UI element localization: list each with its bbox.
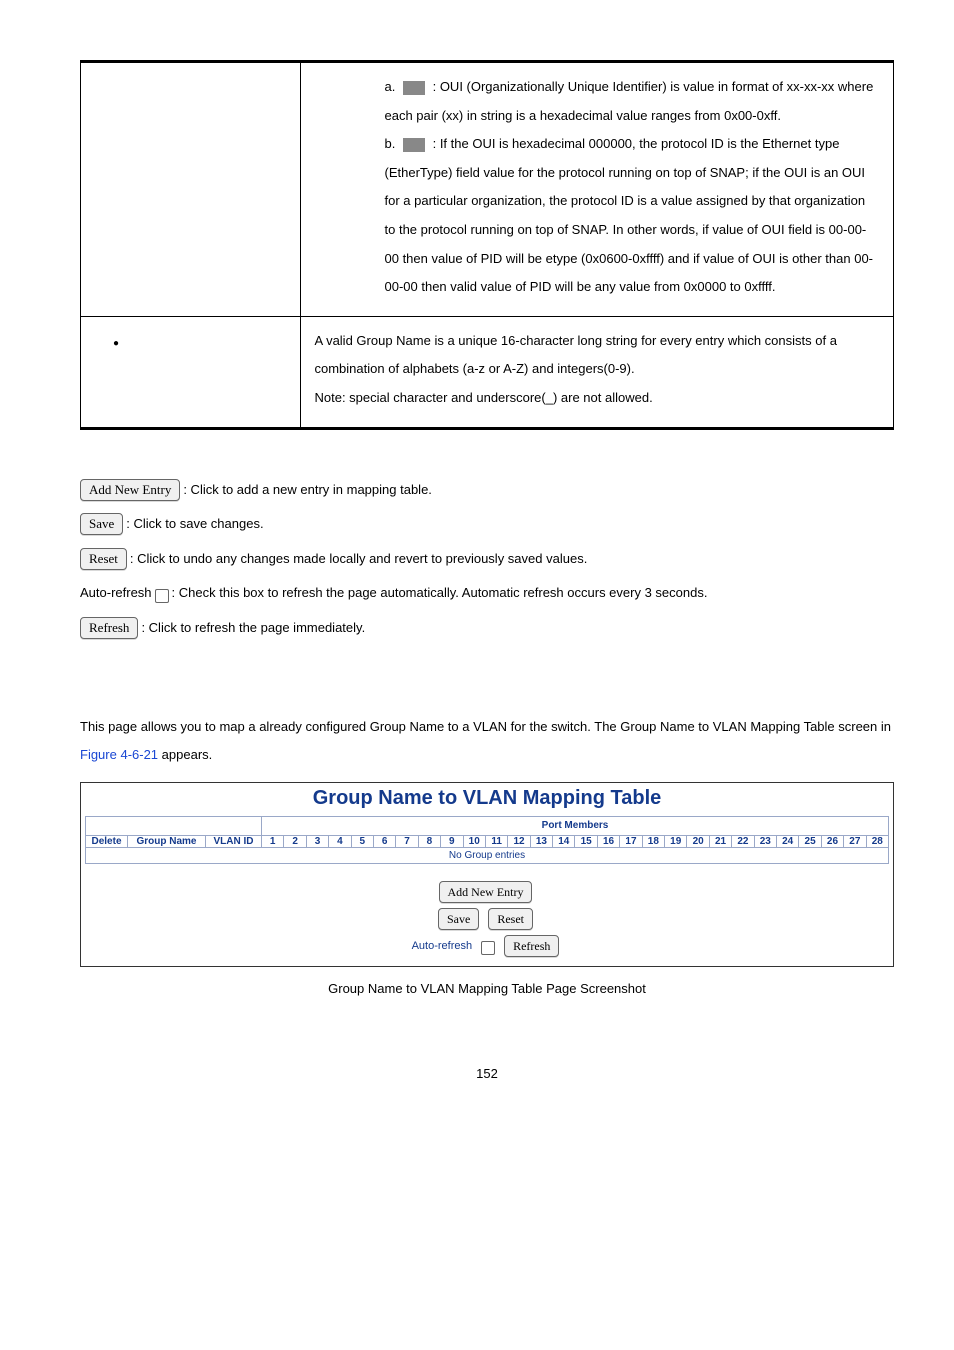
buttons-block: Add New Entry : Click to add a new entry… [80,476,894,643]
refresh-desc: : Click to refresh the page immediately. [141,614,365,643]
table-row: No Group entries [86,847,889,863]
port-col: 20 [687,835,709,847]
port-col: 26 [821,835,843,847]
item-b-text: : If the OUI is hexadecimal 000000, the … [385,136,874,294]
save-desc: : Click to save changes. [126,510,263,539]
description-table: a. : OUI (Organizationally Unique Identi… [80,60,894,430]
screenshot-figure: Group Name to VLAN Mapping Table Port Me… [80,782,894,967]
item-a-prefix: a. [385,79,396,94]
desc-item-a: a. : OUI (Organizationally Unique Identi… [385,73,880,130]
auto-refresh-checkbox[interactable] [155,589,169,603]
ss-auto-refresh-checkbox[interactable] [481,941,495,955]
port-col: 21 [709,835,731,847]
desc-row2-right: A valid Group Name is a unique 16-charac… [300,316,894,428]
desc-row1-right: a. : OUI (Organizationally Unique Identi… [300,62,894,317]
port-col: 16 [597,835,619,847]
port-col: 19 [665,835,687,847]
ss-add-new-entry-button[interactable]: Add New Entry [439,881,533,903]
port-col: 7 [396,835,418,847]
port-col: 24 [777,835,799,847]
port-col: 25 [799,835,821,847]
port-col: 23 [754,835,776,847]
port-col: 14 [553,835,575,847]
port-col: 27 [844,835,866,847]
ss-auto-refresh-label: Auto-refresh [412,940,473,952]
no-group-entries: No Group entries [86,847,889,863]
port-col: 11 [485,835,507,847]
port-members-header: Port Members [262,816,889,835]
desc-item-b: b. : If the OUI is hexadecimal 000000, t… [385,130,880,302]
intro-part-a: This page allows you to map a already co… [80,719,891,734]
reset-desc: : Click to undo any changes made locally… [130,545,587,574]
port-col: 13 [530,835,552,847]
column-header-row: Delete Group Name VLAN ID 1 2 3 4 5 6 7 … [86,835,889,847]
figure-link[interactable]: Figure 4-6-21 [80,747,158,762]
port-col: 9 [441,835,463,847]
screenshot-controls: Add New Entry Save Reset Auto-refresh Re… [81,870,893,966]
save-button[interactable]: Save [80,513,123,535]
screenshot-caption: Group Name to VLAN Mapping Table Page Sc… [80,981,894,996]
btn-row-autorefresh: Auto-refresh : Check this box to refresh… [80,579,894,608]
btn-row-refresh: Refresh : Click to refresh the page imme… [80,614,894,643]
col-vlan-id: VLAN ID [206,835,262,847]
ss-save-button[interactable]: Save [438,908,479,930]
btn-row-save: Save : Click to save changes. [80,510,894,539]
port-col: 10 [463,835,485,847]
port-col: 3 [306,835,328,847]
auto-refresh-label: Auto-refresh [80,579,152,608]
add-new-entry-button[interactable]: Add New Entry [80,479,180,501]
port-col: 5 [351,835,373,847]
port-col: 1 [262,835,284,847]
port-col: 17 [620,835,642,847]
port-col: 4 [329,835,351,847]
field-box-b [403,138,425,152]
group-name-desc: A valid Group Name is a unique 16-charac… [315,333,837,377]
port-col: 28 [866,835,888,847]
field-box-a [403,81,425,95]
port-col: 8 [418,835,440,847]
group-name-note: Note: special character and underscore(_… [315,390,653,405]
page: a. : OUI (Organizationally Unique Identi… [0,0,954,1121]
col-group-name: Group Name [128,835,206,847]
intro-part-b: appears. [162,747,213,762]
reset-button[interactable]: Reset [80,548,127,570]
port-col: 12 [508,835,530,847]
port-col: 22 [732,835,754,847]
item-a-text: : OUI (Organizationally Unique Identifie… [385,79,874,123]
desc-row1-left [81,62,301,317]
btn-row-add: Add New Entry : Click to add a new entry… [80,476,894,505]
refresh-button[interactable]: Refresh [80,617,138,639]
desc-row2-left: ● [81,316,301,428]
port-members-table: Port Members Delete Group Name VLAN ID 1… [85,816,889,864]
port-col: 6 [373,835,395,847]
section-intro: This page allows you to map a already co… [80,713,894,770]
bullet-icon: ● [113,333,119,355]
screenshot-title: Group Name to VLAN Mapping Table [81,787,893,810]
item-b-prefix: b. [385,136,396,151]
page-number: 152 [80,1066,894,1081]
col-delete: Delete [86,835,128,847]
ss-refresh-button[interactable]: Refresh [504,935,559,957]
port-col: 15 [575,835,597,847]
btn-row-reset: Reset : Click to undo any changes made l… [80,545,894,574]
pm-blank [86,816,262,835]
ss-reset-button[interactable]: Reset [488,908,533,930]
port-col: 2 [284,835,306,847]
port-col: 18 [642,835,664,847]
add-new-entry-desc: : Click to add a new entry in mapping ta… [183,476,432,505]
auto-refresh-desc: : Check this box to refresh the page aut… [172,579,708,608]
